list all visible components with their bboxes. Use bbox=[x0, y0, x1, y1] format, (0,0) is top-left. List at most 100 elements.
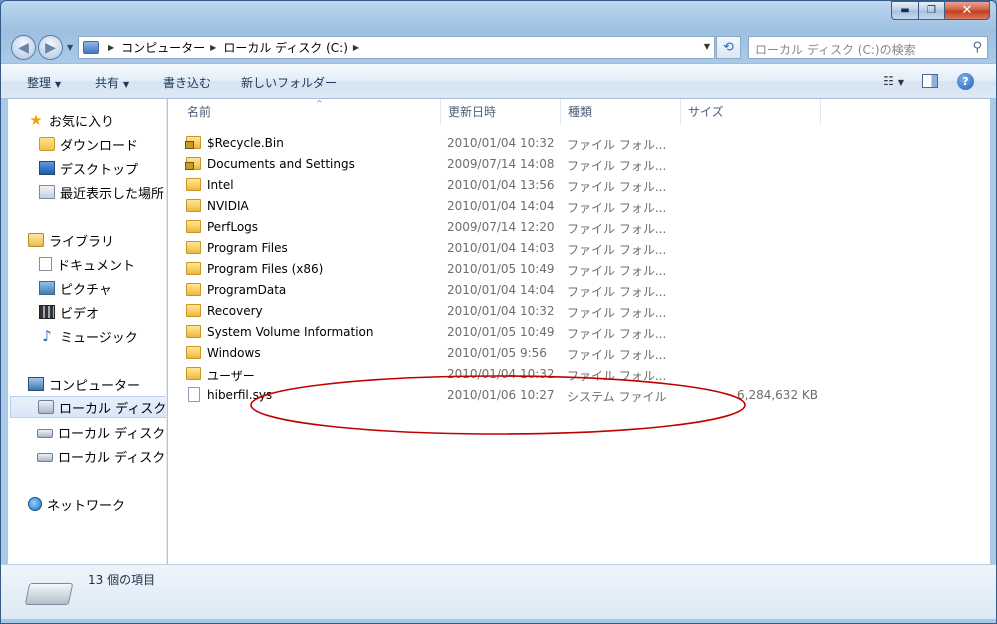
file-name: hiberfil.sys bbox=[207, 388, 273, 402]
file-name: Program Files (x86) bbox=[207, 262, 324, 276]
breadcrumb-separator-icon[interactable]: ▶ bbox=[353, 43, 359, 52]
nav-label: コンピューター bbox=[49, 378, 141, 394]
file-date: 2010/01/04 13:56 bbox=[447, 178, 555, 192]
file-row[interactable]: NVIDIA 2010/01/04 14:04 ファイル フォル... bbox=[186, 196, 826, 217]
nav-libraries[interactable]: ライブラリ bbox=[28, 229, 166, 251]
help-icon[interactable]: ? bbox=[957, 73, 974, 90]
file-type: ファイル フォル... bbox=[567, 348, 667, 362]
chevron-down-icon: ▼ bbox=[897, 78, 904, 87]
folder-icon bbox=[186, 199, 201, 212]
file-type: ファイル フォル... bbox=[567, 306, 667, 320]
file-icon bbox=[188, 387, 200, 402]
file-row[interactable]: ProgramData 2010/01/04 14:04 ファイル フォル... bbox=[186, 280, 826, 301]
file-row[interactable]: Intel 2010/01/04 13:56 ファイル フォル... bbox=[186, 175, 826, 196]
star-icon: ★ bbox=[29, 111, 43, 129]
folder-icon bbox=[186, 367, 201, 380]
breadcrumb-computer[interactable]: コンピューター bbox=[121, 39, 205, 56]
desktop-icon bbox=[39, 161, 55, 175]
file-row[interactable]: PerfLogs 2009/07/14 12:20 ファイル フォル... bbox=[186, 217, 826, 238]
nav-label: ローカル ディスク ( bbox=[58, 426, 167, 442]
file-date: 2010/01/04 10:32 bbox=[447, 304, 555, 318]
share-button[interactable]: 共有 ▼ bbox=[95, 74, 129, 91]
file-row[interactable]: Documents and Settings 2009/07/14 14:08 ファ… bbox=[185, 154, 826, 175]
column-header-name[interactable]: ^ 名前 bbox=[180, 99, 441, 125]
navigation-bar: ◀ ▶ ▼ ▶ コンピューター ▶ ローカル ディスク (C:) ▶ ▼ ⟲ ロ… bbox=[1, 31, 996, 63]
nav-documents[interactable]: ドキュメント bbox=[39, 253, 166, 275]
nav-label: ミュージック bbox=[60, 330, 138, 346]
column-header-size[interactable]: サイズ bbox=[681, 99, 821, 125]
view-icon: ☷ bbox=[883, 74, 894, 88]
nav-label: ネットワーク bbox=[47, 498, 126, 514]
change-view-button[interactable]: ☷ ▼ bbox=[883, 74, 904, 88]
nav-videos[interactable]: ビデオ bbox=[39, 301, 166, 323]
downloads-folder-icon bbox=[39, 137, 55, 151]
nav-local-disk-c[interactable]: ローカル ディスク ( bbox=[10, 396, 166, 418]
breadcrumb-separator-icon[interactable]: ▶ bbox=[108, 43, 114, 52]
forward-button[interactable]: ▶ bbox=[38, 35, 63, 60]
file-row[interactable]: Windows 2010/01/05 9:56 ファイル フォル... bbox=[186, 343, 826, 364]
file-row[interactable]: ユーザー 2010/01/04 10:32 ファイル フォル... bbox=[186, 364, 826, 385]
column-header-type[interactable]: 種類 bbox=[561, 99, 681, 125]
file-date: 2009/07/14 14:08 bbox=[447, 157, 555, 171]
file-row[interactable]: Program Files (x86) 2010/01/05 10:49 ファイル … bbox=[186, 259, 826, 280]
file-name: Windows bbox=[207, 346, 261, 360]
back-button[interactable]: ◀ bbox=[11, 35, 36, 60]
nav-local-disk-3[interactable]: ローカル ディスク ( bbox=[37, 445, 167, 467]
nav-label: お気に入り bbox=[49, 114, 115, 130]
nav-favorites[interactable]: ★ お気に入り bbox=[28, 109, 166, 131]
nav-pictures[interactable]: ピクチャ bbox=[39, 277, 166, 299]
nav-label: ダウンロード bbox=[60, 138, 139, 154]
maximize-button[interactable]: ❐ bbox=[918, 1, 944, 20]
file-date: 2010/01/04 14:04 bbox=[447, 283, 555, 297]
file-date: 2010/01/05 10:49 bbox=[447, 325, 555, 339]
nav-label: ビデオ bbox=[60, 306, 100, 322]
file-row[interactable]: $Recycle.Bin 2010/01/04 10:32 ファイル フォル... bbox=[185, 133, 826, 154]
details-pane: 13 個の項目 bbox=[1, 564, 996, 619]
file-name: NVIDIA bbox=[207, 199, 249, 213]
search-input[interactable]: ローカル ディスク (C:)の検索 ⚲ bbox=[748, 36, 988, 59]
search-placeholder: ローカル ディスク (C:)の検索 bbox=[755, 43, 916, 57]
file-date: 2010/01/04 14:04 bbox=[447, 199, 555, 213]
nav-recent-places[interactable]: 最近表示した場所 bbox=[39, 181, 166, 203]
file-row[interactable]: Recovery 2010/01/04 10:32 ファイル フォル... bbox=[186, 301, 826, 322]
minimize-button[interactable]: ▬ bbox=[891, 1, 918, 20]
close-button[interactable]: ✕ bbox=[944, 1, 990, 20]
new-folder-button[interactable]: 新しいフォルダー bbox=[241, 74, 337, 91]
file-type: ファイル フォル... bbox=[567, 159, 667, 173]
nav-computer[interactable]: コンピューター bbox=[28, 373, 166, 395]
nav-label: 最近表示した場所 bbox=[60, 186, 165, 202]
burn-button[interactable]: 書き込む bbox=[163, 74, 211, 91]
folder-icon bbox=[186, 241, 201, 254]
recent-pages-dropdown[interactable]: ▼ bbox=[67, 43, 73, 52]
refresh-icon: ⟲ bbox=[723, 40, 734, 55]
refresh-button[interactable]: ⟲ bbox=[716, 36, 741, 59]
file-date: 2010/01/04 10:32 bbox=[447, 367, 555, 381]
file-row[interactable]: hiberfil.sys 2010/01/06 10:27 システム ファイル 6,2… bbox=[186, 385, 826, 406]
file-row[interactable]: Program Files 2010/01/04 14:03 ファイル フォル... bbox=[186, 238, 826, 259]
nav-downloads[interactable]: ダウンロード bbox=[39, 133, 166, 155]
file-row[interactable]: System Volume Information 2010/01/05 10:4… bbox=[186, 322, 826, 343]
nav-label: ローカル ディスク ( bbox=[58, 450, 167, 466]
column-label: 名前 bbox=[187, 105, 212, 119]
breadcrumb-separator-icon[interactable]: ▶ bbox=[210, 43, 216, 52]
explorer-window: ▬ ❐ ✕ ◀ ▶ ▼ ▶ コンピューター ▶ ローカル ディスク (C:) ▶… bbox=[0, 0, 997, 624]
folder-icon bbox=[185, 136, 201, 149]
search-icon[interactable]: ⚲ bbox=[972, 40, 982, 55]
nav-local-disk-2[interactable]: ローカル ディスク ( bbox=[37, 421, 167, 443]
preview-pane-icon[interactable] bbox=[922, 74, 938, 88]
column-header-date[interactable]: 更新日時 bbox=[441, 99, 561, 125]
nav-music[interactable]: ♪ ミュージック bbox=[39, 325, 166, 347]
file-name: Documents and Settings bbox=[207, 157, 355, 171]
library-icon bbox=[28, 233, 44, 247]
breadcrumb-local-disk[interactable]: ローカル ディスク (C:) bbox=[223, 39, 348, 56]
address-bar[interactable]: ▶ コンピューター ▶ ローカル ディスク (C:) ▶ ▼ bbox=[78, 36, 715, 59]
folder-icon bbox=[186, 262, 201, 275]
file-date: 2010/01/05 9:56 bbox=[447, 346, 547, 360]
nav-network[interactable]: ネットワーク bbox=[28, 493, 166, 515]
nav-label: ドキュメント bbox=[57, 258, 136, 274]
nav-desktop[interactable]: デスクトップ bbox=[39, 157, 166, 179]
file-date: 2010/01/04 14:03 bbox=[447, 241, 555, 255]
address-dropdown-icon[interactable]: ▼ bbox=[704, 42, 710, 51]
file-type: ファイル フォル... bbox=[567, 180, 667, 194]
organize-button[interactable]: 整理 ▼ bbox=[27, 74, 61, 91]
